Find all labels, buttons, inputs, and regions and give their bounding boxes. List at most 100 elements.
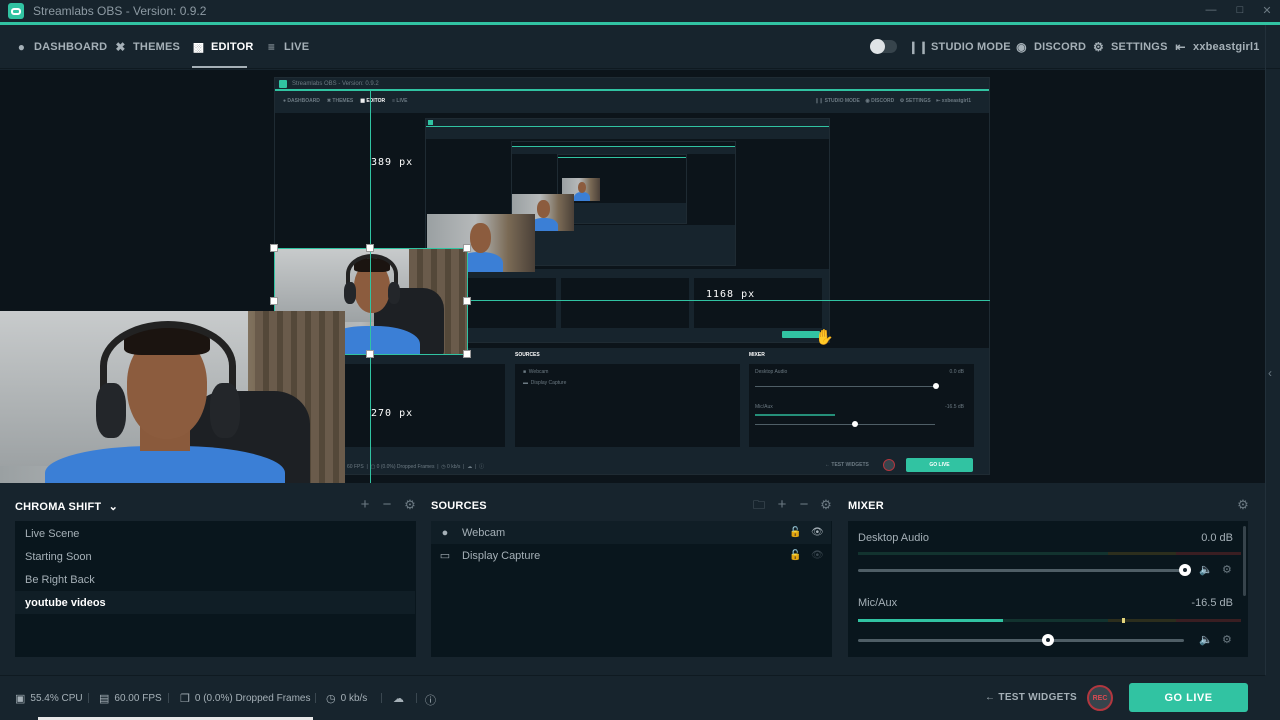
channel-db: 0.0 dB xyxy=(1201,532,1233,544)
add-source-button[interactable]: + xyxy=(775,497,789,512)
volume-meter-level xyxy=(858,619,1003,622)
guide-distance-bottom: 270 px xyxy=(371,408,414,419)
discord-button[interactable]: ◉ DISCORD xyxy=(1015,25,1086,69)
settings-button[interactable]: ⚙ SETTINGS xyxy=(1092,25,1168,69)
studio-mode-button[interactable]: ❙❙ STUDIO MODE xyxy=(908,25,1011,69)
resize-handle[interactable] xyxy=(366,350,374,358)
unlock-icon[interactable]: 🔓 xyxy=(789,527,801,538)
source-settings-gear-icon[interactable]: ⚙ xyxy=(819,498,833,512)
channel-name: Desktop Audio xyxy=(858,532,929,544)
guide-distance-top: 389 px xyxy=(371,157,414,168)
scene-list: Live Scene Starting Soon Be Right Back y… xyxy=(15,521,416,657)
nested-logo-icon xyxy=(279,79,287,88)
dropped-frames-stat: ❐ 0 (0.0%) Dropped Frames xyxy=(180,693,311,705)
go-live-button[interactable]: GO LIVE xyxy=(1129,683,1248,712)
add-folder-icon[interactable]: 🗀 xyxy=(752,498,766,512)
title-bar: Streamlabs OBS - Version: 0.9.2 xyxy=(0,0,1280,22)
cpu-stat: ▣ 55.4% CPU xyxy=(15,693,83,705)
nav-dashboard[interactable]: ● DASHBOARD xyxy=(15,25,107,69)
webcam-overlay xyxy=(0,311,345,483)
eye-icon[interactable]: 👁 xyxy=(811,550,824,561)
top-nav: ● DASHBOARD ✖ THEMES ▩ EDITOR ≡ LIVE ❙❙ … xyxy=(0,25,1280,69)
themes-icon: ✖ xyxy=(115,40,126,54)
monitor-icon: ▭ xyxy=(439,550,451,562)
nested-title-bar: Streamlabs OBS - Version: 0.9.2 xyxy=(275,78,989,89)
bottom-panels: CHROMA SHIFT ⌄ + − ⚙ Live Scene Starting… xyxy=(0,483,1265,675)
scene-collection-selector[interactable]: CHROMA SHIFT ⌄ xyxy=(15,500,118,513)
scene-settings-gear-icon[interactable]: ⚙ xyxy=(403,498,417,512)
webcam-icon: ● xyxy=(441,526,449,539)
speedometer-icon: ◷ xyxy=(326,693,336,705)
channel-name: Mic/Aux xyxy=(858,597,898,609)
nav-live[interactable]: ≡ LIVE xyxy=(265,25,309,69)
cloud-status[interactable]: ☁ xyxy=(393,692,409,705)
info-button[interactable]: ⓘ xyxy=(425,692,441,708)
speaker-icon[interactable]: 🔈 xyxy=(1199,563,1213,576)
scene-item[interactable]: Be Right Back xyxy=(15,568,415,591)
toggle-knob xyxy=(870,39,885,54)
channel-gear-icon[interactable]: ⚙ xyxy=(1222,563,1232,576)
source-list: ● Webcam 🔓 👁 ▭ Display Capture 🔓 👁 xyxy=(431,521,832,657)
sources-title: SOURCES xyxy=(431,500,487,512)
nested-nav: ● DASHBOARD ✖ THEMES ▩ EDITOR ≡ LIVE ❙❙ … xyxy=(275,91,989,113)
studio-mode-icon: ❙❙ xyxy=(908,40,929,54)
volume-slider[interactable] xyxy=(858,569,1188,572)
maximize-icon[interactable]: □ xyxy=(1233,3,1247,17)
editor-icon: ▩ xyxy=(192,40,205,54)
mixer-title: MIXER xyxy=(848,500,884,512)
resize-handle[interactable] xyxy=(463,244,471,252)
remove-scene-button[interactable]: − xyxy=(380,497,394,512)
mixer-scrollbar[interactable] xyxy=(1243,526,1246,596)
scene-item[interactable]: Live Scene xyxy=(15,522,415,545)
test-widgets-button[interactable]: ← TEST WIDGETS xyxy=(985,692,1077,703)
resize-handle[interactable] xyxy=(366,244,374,252)
settings-icon: ⚙ xyxy=(1093,40,1104,54)
info-icon: ⓘ xyxy=(425,695,436,707)
active-tab-underline xyxy=(192,66,247,68)
discord-icon: ◉ xyxy=(1016,40,1027,54)
volume-meter xyxy=(858,552,1108,555)
close-icon[interactable]: ✕ xyxy=(1260,3,1274,17)
rec-button[interactable]: REC xyxy=(1087,685,1113,711)
source-item-webcam[interactable]: ● Webcam xyxy=(431,521,831,544)
channel-gear-icon[interactable]: ⚙ xyxy=(1222,633,1232,646)
resize-handle[interactable] xyxy=(270,297,278,305)
guide-distance-right: 1168 px xyxy=(706,289,756,300)
speaker-icon[interactable]: 🔈 xyxy=(1199,633,1213,646)
bitrate-stat: ◷ 0 kb/s xyxy=(326,693,368,705)
mixer-panel: Desktop Audio 0.0 dB 🔈 ⚙ Mic/Aux -16.5 d… xyxy=(848,521,1248,657)
logout-button[interactable]: ⇤ xxbeastgirl1 xyxy=(1174,25,1260,69)
remove-source-button[interactable]: − xyxy=(797,497,811,512)
volume-slider-knob[interactable] xyxy=(1042,634,1054,646)
editor-canvas[interactable]: Streamlabs OBS - Version: 0.9.2 ● DASHBO… xyxy=(0,70,1265,483)
scene-item[interactable]: Starting Soon xyxy=(15,545,415,568)
minimize-icon[interactable]: — xyxy=(1204,3,1218,17)
scene-item-active[interactable]: youtube videos xyxy=(15,591,415,614)
nav-editor[interactable]: ▩ EDITOR xyxy=(192,25,254,69)
resize-handle[interactable] xyxy=(270,244,278,252)
resize-handle[interactable] xyxy=(463,350,471,358)
mixer-settings-gear-icon[interactable]: ⚙ xyxy=(1236,498,1250,512)
add-scene-button[interactable]: + xyxy=(358,497,372,512)
volume-slider[interactable] xyxy=(858,639,1184,642)
live-icon: ≡ xyxy=(267,40,276,54)
chevron-down-icon: ⌄ xyxy=(108,501,119,513)
dropped-frames-icon: ❐ xyxy=(180,693,190,705)
night-mode-toggle[interactable] xyxy=(870,39,897,54)
collapse-chevron-icon[interactable]: ‹ xyxy=(1268,366,1272,380)
cpu-icon: ▣ xyxy=(15,693,26,705)
source-item-display-capture[interactable]: ▭ Display Capture xyxy=(431,544,831,567)
fps-stat: ▤ 60.00 FPS xyxy=(99,693,162,705)
dashboard-icon: ● xyxy=(17,40,26,54)
volume-slider-knob[interactable] xyxy=(1179,564,1191,576)
resize-handle[interactable] xyxy=(463,297,471,305)
nav-themes[interactable]: ✖ THEMES xyxy=(114,25,180,69)
cloud-check-icon: ☁ xyxy=(393,693,404,705)
unlock-icon[interactable]: 🔓 xyxy=(789,550,801,561)
fps-icon: ▤ xyxy=(99,693,110,705)
eye-icon[interactable]: 👁 xyxy=(811,527,824,538)
guide-horizontal xyxy=(467,300,990,301)
streamlabs-logo-icon xyxy=(8,3,24,19)
logout-icon: ⇤ xyxy=(1175,40,1186,54)
status-footer: ▣ 55.4% CPU ▤ 60.00 FPS ❐ 0 (0.0%) Dropp… xyxy=(0,675,1265,720)
